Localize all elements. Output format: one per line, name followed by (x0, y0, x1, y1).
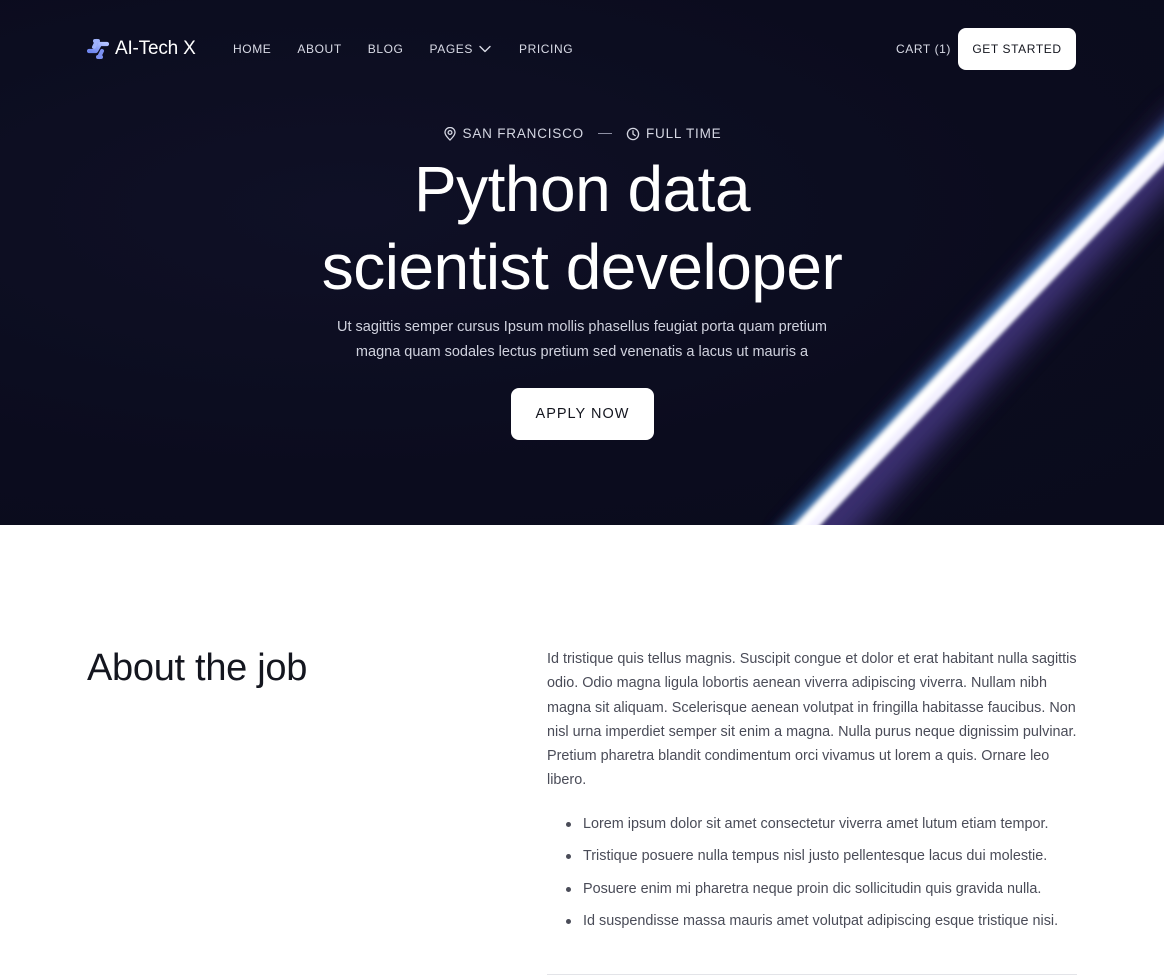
list-item-text: Tristique posuere nulla tempus nisl just… (583, 848, 1048, 865)
bullet-icon (566, 886, 571, 892)
logo-icon (87, 39, 109, 59)
chevron-down-icon (479, 45, 491, 53)
list-item: Posuere enim mi pharetra neque proin dic… (547, 877, 1077, 901)
logo-text: AI-Tech X (115, 38, 196, 59)
list-item-text: Id suspendisse massa mauris amet volutpa… (583, 912, 1059, 929)
bullet-icon (566, 822, 571, 827)
list-item-text: Lorem ipsum dolor sit amet consectetur v… (583, 816, 1049, 832)
list-item-text: Posuere enim mi pharetra neque proin dic… (583, 880, 1042, 897)
apply-now-button[interactable]: APPLY NOW (511, 388, 654, 440)
about-job-description: Id tristique quis tellus magnis. Suscipi… (547, 651, 1077, 789)
list-item: Lorem ipsum dolor sit amet consectetur v… (547, 812, 1077, 836)
map-pin-icon (443, 126, 456, 141)
nav-link-pages-label: PAGES (429, 42, 473, 56)
clock-icon (626, 127, 640, 140)
top-navigation: AI-Tech X HOME ABOUT BLOG PAGES PRICING … (0, 0, 1164, 98)
bullet-icon (566, 918, 571, 924)
job-location: SAN FRANCISCO (443, 126, 584, 141)
nav-link-blog[interactable]: BLOG (368, 42, 404, 56)
job-type-text: FULL TIME (645, 126, 722, 141)
get-started-button[interactable]: GET STARTED (958, 28, 1076, 70)
about-job-heading: About the job (87, 647, 308, 689)
logo[interactable]: AI-Tech X (87, 38, 196, 60)
nav-links: HOME ABOUT BLOG PAGES PRICING (233, 42, 573, 56)
nav-link-pricing[interactable]: PRICING (519, 42, 573, 56)
about-job-bullets: Lorem ipsum dolor sit amet consectetur v… (547, 812, 1077, 941)
hero-section: AI-Tech X HOME ABOUT BLOG PAGES PRICING … (0, 0, 1164, 525)
section-divider (547, 974, 1077, 975)
nav-link-about[interactable]: ABOUT (297, 42, 341, 56)
bullet-icon (566, 854, 571, 860)
job-summary: Ut sagittis semper cursus Ipsum mollis p… (337, 319, 827, 360)
list-item: Tristique posuere nulla tempus nisl just… (547, 844, 1077, 868)
job-type: FULL TIME (626, 126, 721, 141)
job-title: Python data scientist developer (0, 150, 1164, 306)
list-item: Id suspendisse massa mauris amet volutpa… (547, 909, 1077, 933)
job-title-line-1: Python data (413, 153, 751, 225)
nav-link-pages[interactable]: PAGES (430, 42, 491, 56)
cart-link[interactable]: CART (1) (896, 42, 951, 56)
job-meta: SAN FRANCISCO FULL TIME (0, 126, 1164, 141)
meta-separator (597, 133, 612, 134)
nav-link-home[interactable]: HOME (233, 42, 271, 56)
job-location-text: SAN FRANCISCO (462, 126, 584, 141)
job-title-line-2: scientist developer (321, 231, 843, 303)
